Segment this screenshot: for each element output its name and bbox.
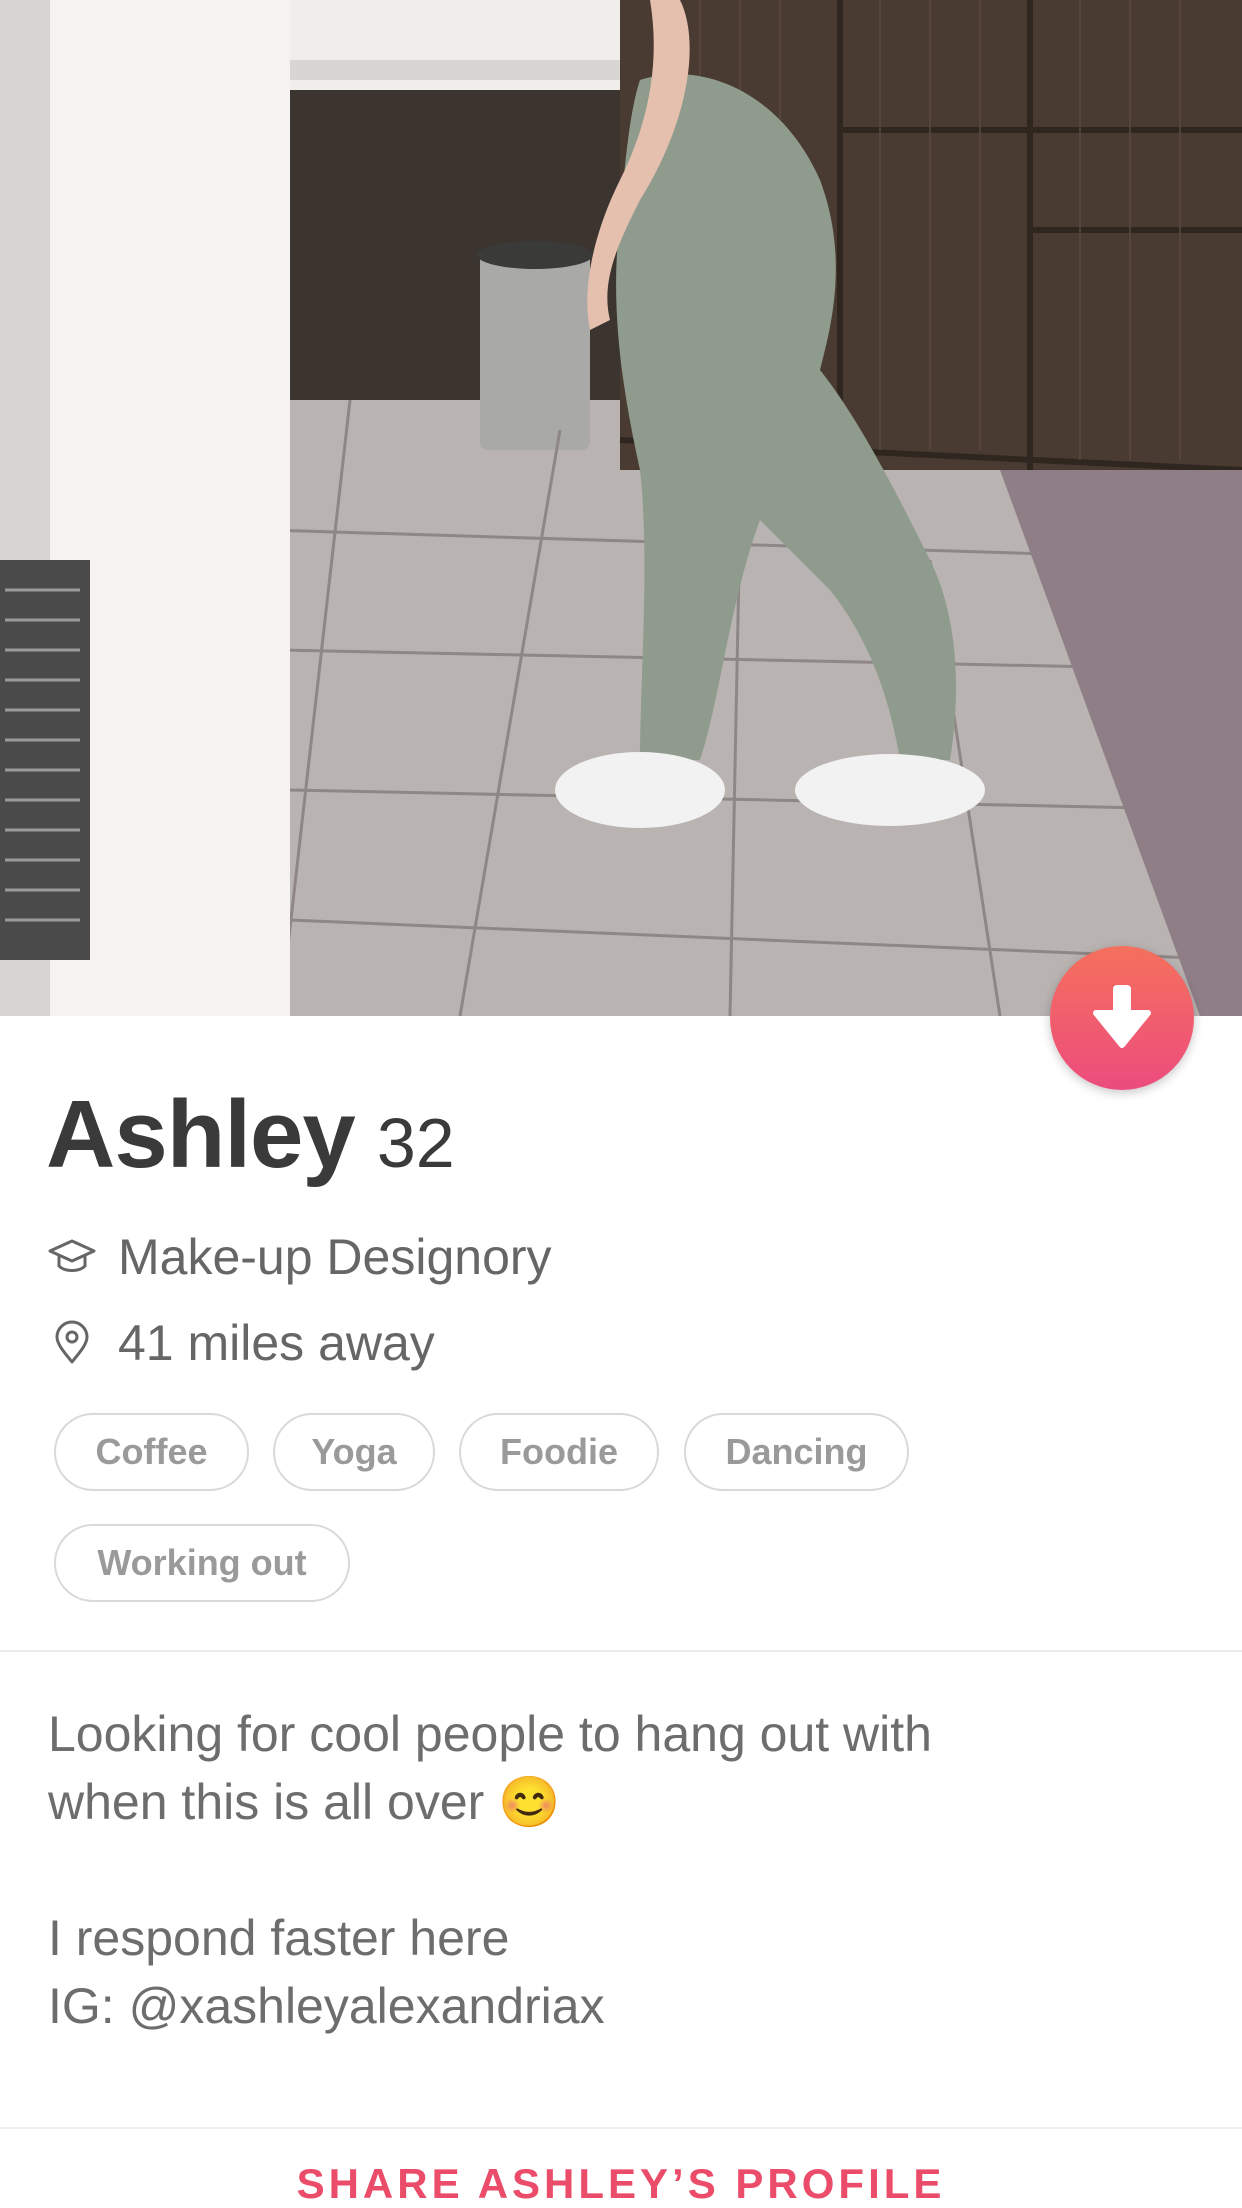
interest-tag-foodie[interactable]: Foodie — [459, 1413, 659, 1491]
distance-text: 41 miles away — [118, 1315, 435, 1371]
profile-name: Ashley — [46, 1081, 356, 1188]
graduation-cap-icon — [46, 1231, 98, 1283]
interest-tag-yoga[interactable]: Yoga — [273, 1413, 435, 1491]
profile-age: 32 — [376, 1104, 455, 1182]
section-divider — [0, 2127, 1242, 2129]
collapse-profile-button[interactable] — [1050, 946, 1194, 1090]
bio-line: Looking for cool people to hang out with — [48, 1706, 932, 1762]
interest-tag-coffee[interactable]: Coffee — [54, 1413, 249, 1491]
bio-line: IG: @xashleyalexandriax — [48, 1978, 605, 2034]
bio-line: when this is all over 😊 — [48, 1774, 561, 1830]
bio-text: Looking for cool people to hang out with… — [48, 1700, 1198, 2040]
distance-row: 41 miles away — [46, 1314, 435, 1372]
location-pin-icon — [46, 1317, 98, 1369]
profile-photo[interactable] — [0, 0, 1242, 1016]
profile-header: Ashley 32 — [46, 1080, 455, 1190]
interest-tag-dancing[interactable]: Dancing — [684, 1413, 909, 1491]
bio-line: I respond faster here — [48, 1910, 510, 1966]
interest-tag-working-out[interactable]: Working out — [54, 1524, 350, 1602]
share-profile-button[interactable]: SHARE ASHLEY’S PROFILE — [0, 2160, 1242, 2208]
arrow-down-icon — [1092, 981, 1152, 1056]
section-divider — [0, 1650, 1242, 1652]
school-row: Make-up Designory — [46, 1228, 552, 1286]
school-name: Make-up Designory — [118, 1229, 552, 1285]
profile-photo-image — [0, 0, 1242, 1016]
